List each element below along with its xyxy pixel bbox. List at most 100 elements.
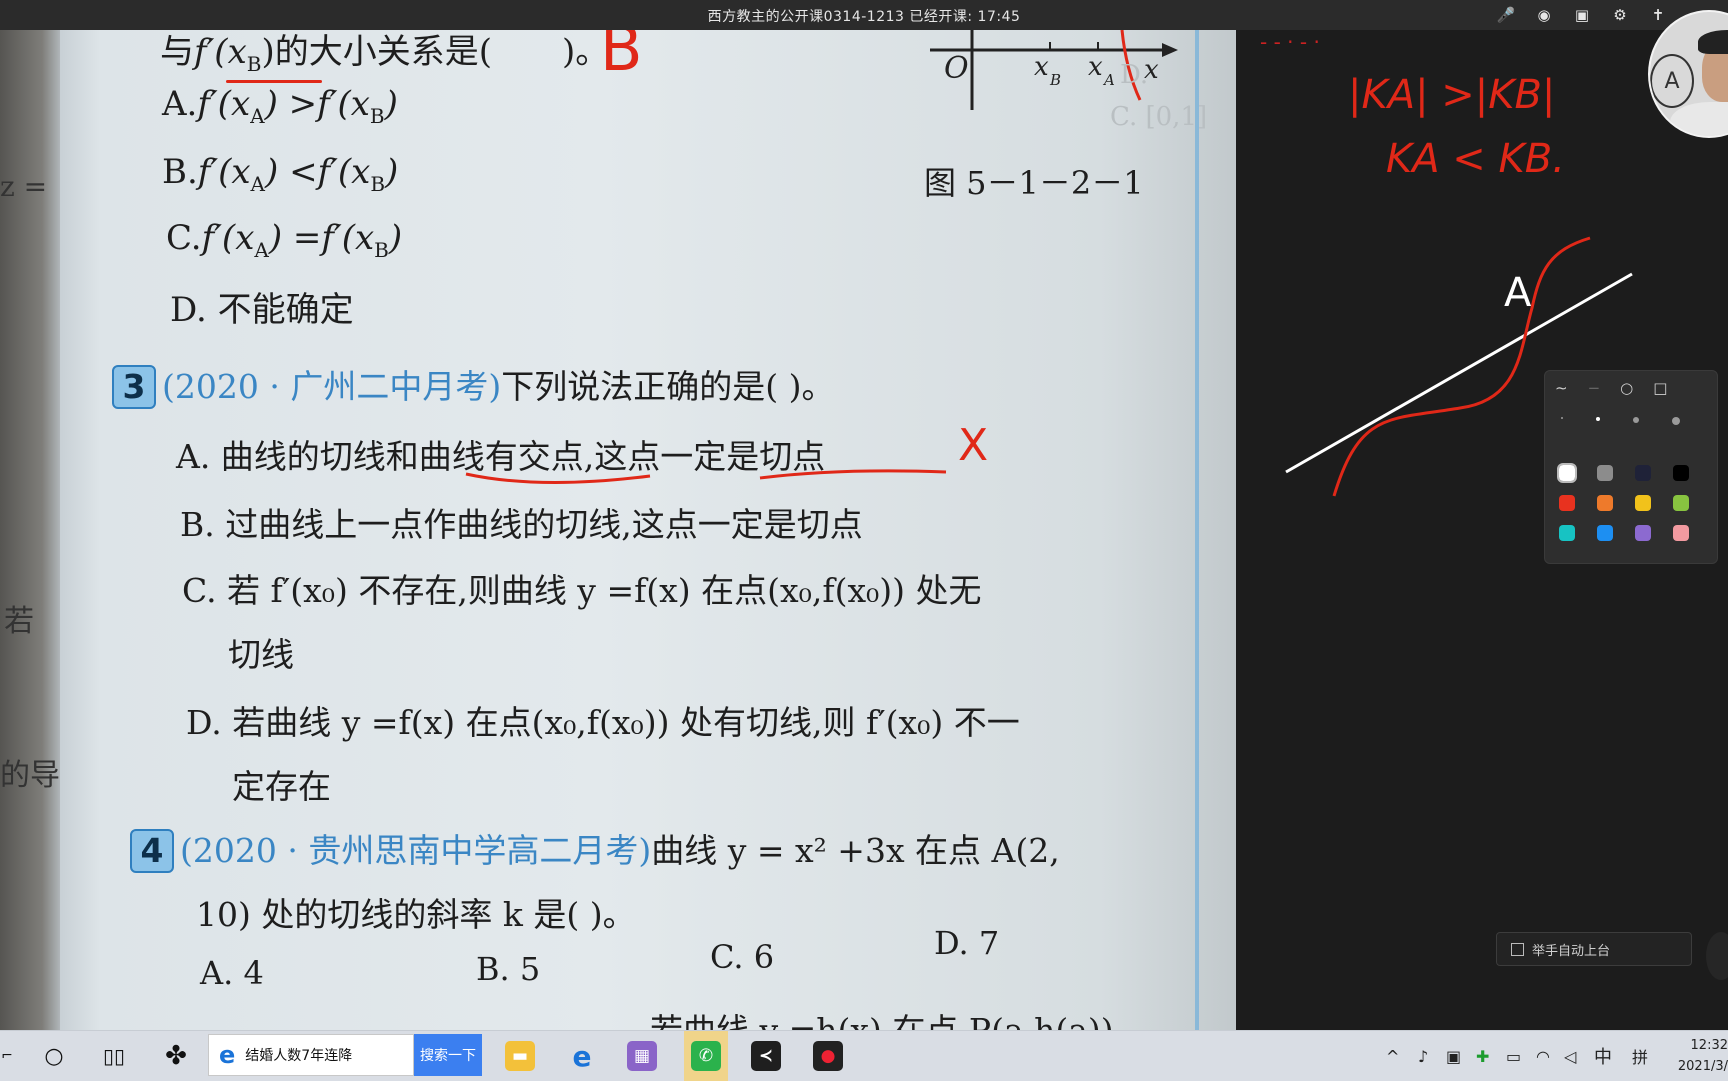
q2-option-c: C.f′(xA) =f′(xB)	[166, 218, 403, 262]
pinwheel-app-icon[interactable]: ✤	[156, 1031, 196, 1081]
q3-option-d: D. 若曲线 y =f(x) 在点(x₀,f(x₀)) 处有切线,则 f′(x₀…	[186, 703, 1020, 742]
tray-microphone-icon[interactable]: ♪	[1418, 1031, 1428, 1081]
pin-icon[interactable]: ✝	[1648, 5, 1668, 25]
clock-time: 12:32	[1690, 1038, 1728, 1053]
task-view-icon[interactable]: ▯▯	[96, 1031, 132, 1081]
tray-battery-icon[interactable]: ▭	[1506, 1031, 1521, 1081]
q4-stem-text: 曲线 y = x² +3x 在点 A(2,	[651, 831, 1060, 870]
color-swatch[interactable]	[1635, 465, 1651, 481]
edge-browser-icon[interactable]: e	[562, 1031, 602, 1081]
taskbar-clock[interactable]: 12:32 2021/3/	[1662, 1035, 1728, 1077]
color-swatches	[1557, 463, 1689, 541]
tray-chevron-icon[interactable]: ^	[1386, 1031, 1399, 1081]
video-icon[interactable]: ▣	[1572, 5, 1592, 25]
wechat-icon[interactable]: ✆	[684, 1031, 728, 1081]
side-text-3: 的导	[0, 758, 60, 793]
q4-option-c: C. 6	[710, 938, 775, 976]
tray-display-icon[interactable]: ▣	[1446, 1031, 1461, 1081]
ime-language-indicator[interactable]: 中	[1594, 1031, 1612, 1081]
color-swatch[interactable]	[1559, 525, 1575, 541]
q3-option-b: B. 过曲线上一点作曲线的切线,这点一定是切点	[180, 505, 863, 544]
color-swatch[interactable]	[1597, 465, 1613, 481]
cortana-icon[interactable]: ○	[36, 1031, 72, 1081]
line-tool-icon[interactable]: −	[1588, 379, 1601, 397]
handwritten-answer-q2: B	[600, 30, 643, 85]
file-explorer-icon[interactable]: ▬	[500, 1031, 540, 1081]
side-handle[interactable]	[1706, 932, 1728, 980]
avatar-shirt	[1670, 102, 1728, 136]
q3-option-c: C. 若 f′(x₀) 不存在,则曲线 y =f(x) 在点(x₀,f(x₀))…	[182, 571, 982, 610]
tray-wifi-icon[interactable]: ◠	[1536, 1031, 1550, 1081]
side-text-1: z =	[0, 170, 48, 203]
window-titlebar: 西方教主的公开课0314-1213 已经开课: 17:45 🎤 ◉ ▣ ⚙ ✝	[0, 0, 1728, 30]
archive-app-icon[interactable]: ▦	[622, 1031, 662, 1081]
edge-icon: e	[219, 1041, 236, 1069]
axis-origin-label: O	[944, 51, 969, 86]
red-underline-f-xb	[226, 80, 322, 83]
ime-mode-indicator[interactable]: 拼	[1632, 1031, 1648, 1081]
freehand-tool-icon[interactable]: ∼	[1555, 379, 1568, 397]
faded-right-text-1: C. [0,1]	[1110, 102, 1208, 132]
q4-stem: 4 (2020 · 贵州思南中学高二月考)曲线 y = x² +3x 在点 A(2…	[130, 824, 1060, 873]
faded-right-text-2: D.	[1120, 60, 1149, 90]
axis-xa-label: x	[1088, 52, 1103, 82]
axis-xa-sub: A	[1102, 71, 1115, 89]
raise-hand-checkbox[interactable]	[1511, 942, 1524, 956]
stroke-size-2[interactable]	[1596, 417, 1600, 421]
q4-option-b: B. 5	[476, 950, 541, 988]
handwritten-note-top: - - · - ·	[1260, 30, 1320, 54]
start-button-partial[interactable]: ⌐	[0, 1031, 14, 1081]
tray-security-icon[interactable]: ✚	[1476, 1031, 1489, 1081]
microphone-icon[interactable]: 🎤	[1496, 5, 1516, 25]
camera-off-icon[interactable]: ◉	[1534, 5, 1554, 25]
stroke-size-4[interactable]	[1672, 417, 1680, 425]
window-title: 西方教主的公开课0314-1213 已经开课: 17:45	[707, 9, 1021, 25]
q2-option-a: A.f′(xA) >f′(xB)	[162, 84, 398, 128]
classin-app-icon[interactable]: ≺	[746, 1031, 786, 1081]
browser-search-box[interactable]: e 结婚人数7年连降	[208, 1034, 414, 1076]
q3-option-d-cont: 定存在	[232, 767, 331, 806]
q2-option-b: B.f′(xA) <f′(xB)	[162, 152, 399, 196]
q3-stem-text: 下列说法正确的是( )。	[501, 367, 835, 406]
color-swatch[interactable]	[1635, 495, 1651, 511]
next-question-partial: 若曲线 y =h(x) 在点 P(a,h(a))	[650, 1004, 1114, 1030]
recorder-app-icon[interactable]: ●	[808, 1031, 848, 1081]
color-swatch[interactable]	[1673, 525, 1689, 541]
figure-caption: 图 5－1－2－1	[924, 164, 1144, 202]
ellipse-tool-icon[interactable]: ○	[1620, 379, 1633, 397]
q4-source: (2020 · 贵州思南中学高二月考)	[180, 831, 652, 870]
raise-hand-auto-stage-option[interactable]: 举手自动上台	[1496, 932, 1692, 966]
stroke-size-1[interactable]	[1561, 417, 1563, 419]
pen-palette: ∼ − ○ □	[1544, 370, 1718, 564]
raise-hand-label: 举手自动上台	[1532, 943, 1611, 959]
windows-taskbar: ⌐ ○ ▯▯ ✤ e 结婚人数7年连降 搜索一下 ▬ e ▦ ✆ ≺ ● ^ ♪…	[0, 1030, 1728, 1081]
search-button[interactable]: 搜索一下	[414, 1034, 482, 1076]
rectangle-tool-icon[interactable]: □	[1653, 379, 1667, 397]
q4-number-badge: 4	[130, 829, 174, 873]
side-text-2: 若	[4, 604, 34, 639]
color-swatch[interactable]	[1597, 495, 1613, 511]
q4-option-d: D. 7	[934, 924, 1000, 962]
avatar-hair	[1698, 30, 1728, 54]
q3-source: (2020 · 广州二中月考)	[162, 367, 502, 406]
axis-xb-label: x	[1034, 52, 1049, 82]
color-swatch[interactable]	[1673, 465, 1689, 481]
tray-volume-icon[interactable]: ◁	[1564, 1031, 1576, 1081]
color-swatch[interactable]	[1557, 463, 1577, 483]
color-swatch[interactable]	[1673, 495, 1689, 511]
stroke-size-3[interactable]	[1633, 417, 1639, 423]
color-swatch[interactable]	[1597, 525, 1613, 541]
handwritten-mark-x: X	[958, 420, 989, 471]
color-swatch[interactable]	[1635, 525, 1651, 541]
handwritten-note-abs-slopes: |KA| >|KB|	[1348, 72, 1556, 118]
point-a-label: A	[1504, 270, 1532, 316]
color-swatch[interactable]	[1559, 495, 1575, 511]
q3-stem: 3 (2020 · 广州二中月考)下列说法正确的是( )。	[112, 360, 834, 409]
q4-option-a: A. 4	[200, 954, 264, 992]
q2-stem-tail: 与f′(xB)的大小关系是()。	[160, 32, 610, 76]
textbook-camera-view: z = 若 的导 与f′(xB)的大小关系是()。 B A.f′(xA) >f′…	[0, 30, 1236, 1030]
handwritten-note-slopes: KA < KB.	[1386, 136, 1565, 182]
q2-option-d: D. 不能确定	[170, 290, 354, 330]
clock-date: 2021/3/	[1677, 1059, 1728, 1074]
gear-icon[interactable]: ⚙	[1610, 5, 1630, 25]
